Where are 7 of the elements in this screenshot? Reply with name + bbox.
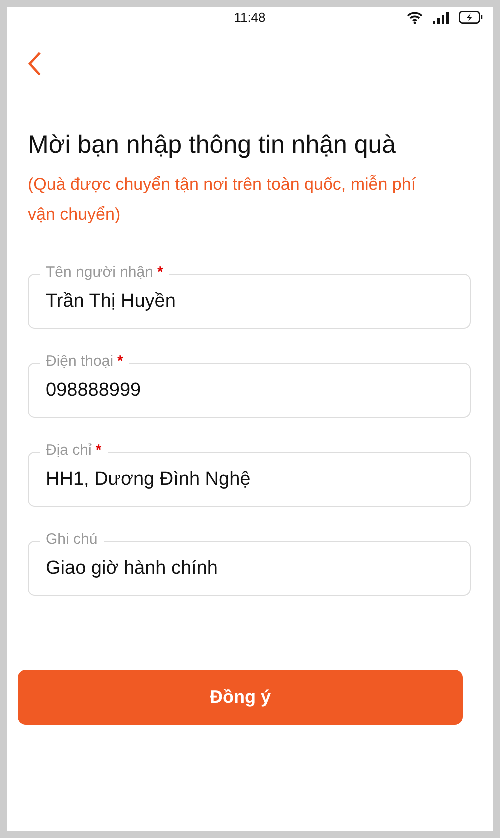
delivery-note: (Quà được chuyển tận nơi trên toàn quốc, miễn phí vận chuyển) bbox=[28, 174, 418, 226]
battery-icon bbox=[459, 11, 483, 24]
status-time: 11:48 bbox=[234, 10, 266, 24]
page-title: Mời bạn nhập thông tin nhận quà bbox=[28, 131, 398, 160]
back-button[interactable] bbox=[27, 51, 43, 77]
wifi-icon bbox=[407, 12, 423, 24]
signal-icon bbox=[433, 12, 449, 24]
